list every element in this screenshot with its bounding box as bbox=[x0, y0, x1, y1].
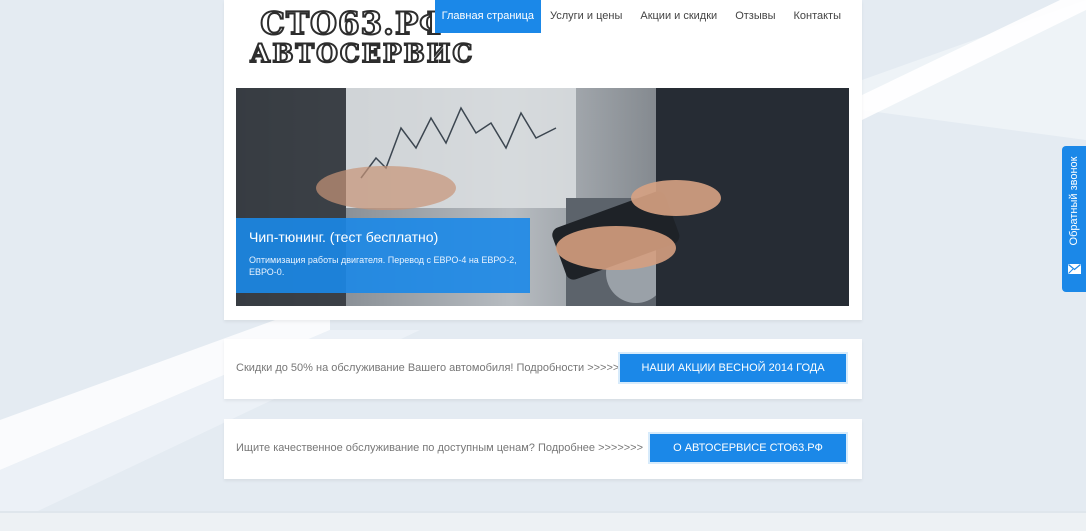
site-logo[interactable]: СТО63.РФ АВТОСЕРВИС bbox=[249, 5, 475, 70]
site-header: СТО63.РФ АВТОСЕРВИС Главная страница Усл… bbox=[224, 0, 862, 320]
callback-tab[interactable]: Обратный звонок bbox=[1062, 146, 1086, 292]
nav-item-promotions[interactable]: Акции и скидки bbox=[631, 0, 726, 33]
hero-slider[interactable]: Чип-тюнинг. (тест бесплатно) Оптимизация… bbox=[236, 88, 849, 306]
promo-block-about: Ищите качественное обслуживание по досту… bbox=[224, 419, 862, 479]
slide-title: Чип-тюнинг. (тест бесплатно) bbox=[249, 229, 439, 245]
nav-item-home[interactable]: Главная страница bbox=[434, 0, 541, 33]
main-nav: Главная страница Услуги и цены Акции и с… bbox=[434, 0, 850, 33]
promo-text: Ищите качественное обслуживание по досту… bbox=[236, 442, 644, 454]
slide-caption: Чип-тюнинг. (тест бесплатно) Оптимизация… bbox=[236, 218, 530, 293]
nav-item-services[interactable]: Услуги и цены bbox=[541, 0, 631, 33]
promo-text: Скидки до 50% на обслуживание Вашего авт… bbox=[236, 362, 633, 374]
slide-description: Оптимизация работы двигателя. Перевод с … bbox=[249, 255, 517, 277]
promo-block-discounts: Скидки до 50% на обслуживание Вашего авт… bbox=[224, 339, 862, 399]
logo-title: СТО63.РФ bbox=[259, 5, 450, 43]
envelope-icon bbox=[1068, 264, 1081, 274]
nav-item-contacts[interactable]: Контакты bbox=[784, 0, 850, 33]
spring-promotions-button[interactable]: НАШИ АКЦИИ ВЕСНОЙ 2014 ГОДА bbox=[620, 354, 846, 382]
footer-strip bbox=[0, 511, 1086, 531]
callback-label: Обратный звонок bbox=[1068, 156, 1080, 246]
nav-item-reviews[interactable]: Отзывы bbox=[726, 0, 784, 33]
about-service-button[interactable]: О АВТОСЕРВИСЕ СТО63.РФ bbox=[650, 434, 846, 462]
logo-subtitle: АВТОСЕРВИС bbox=[249, 39, 475, 69]
